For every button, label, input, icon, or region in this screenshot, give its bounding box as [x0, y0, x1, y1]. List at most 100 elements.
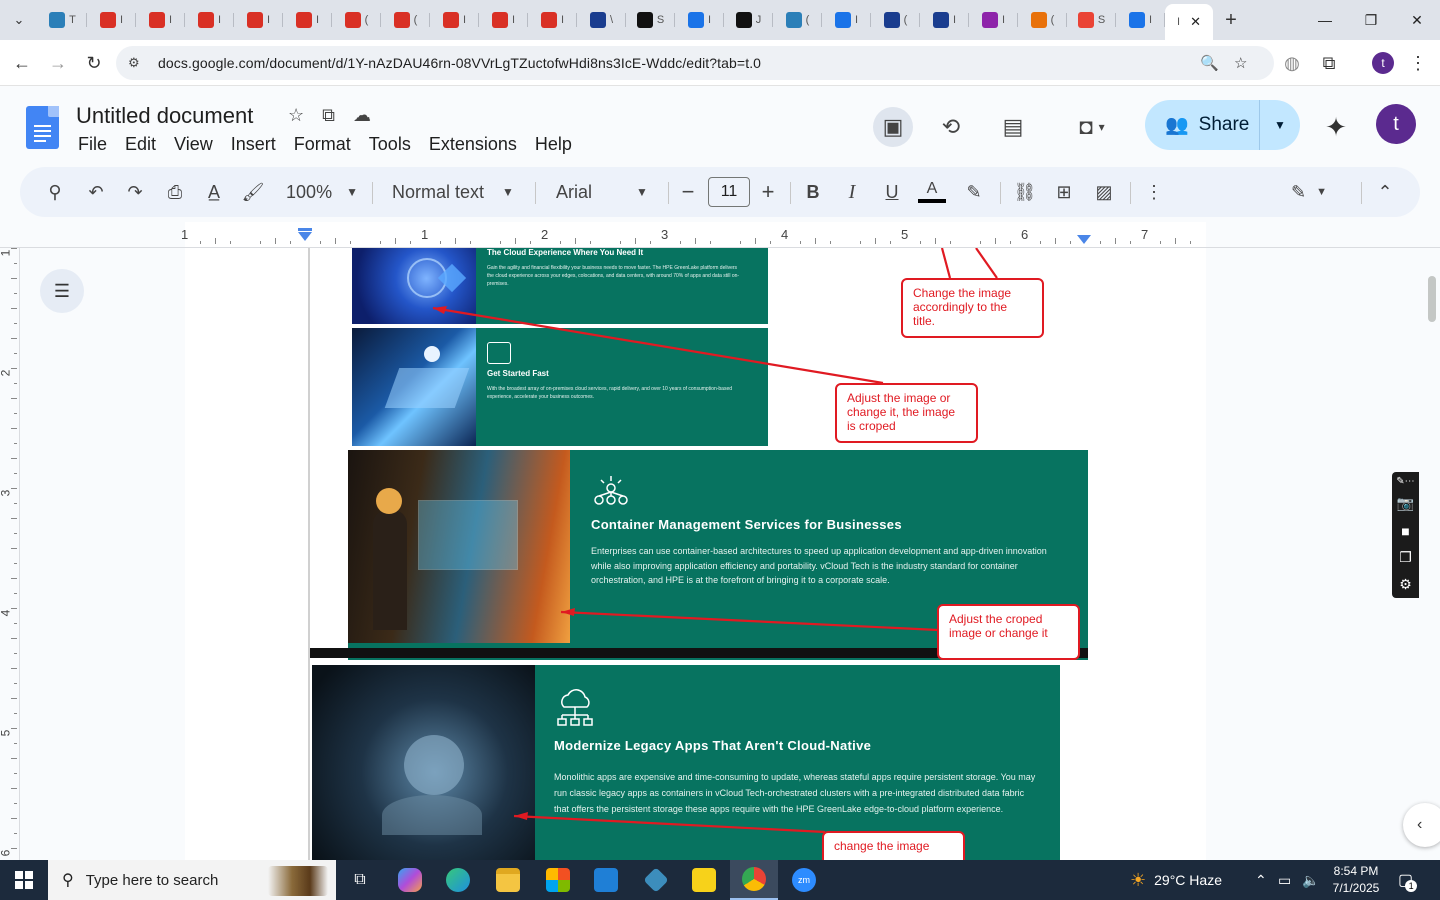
minimize-button[interactable]: — [1302, 0, 1348, 40]
share-main[interactable]: 👥 Share [1145, 100, 1260, 150]
browser-tab[interactable]: ( [381, 4, 430, 36]
redo-icon[interactable]: ↷ [122, 167, 148, 217]
browser-tab[interactable]: I [234, 4, 283, 36]
chrome-icon[interactable] [730, 860, 778, 900]
back-button[interactable]: ← [9, 50, 35, 76]
banner4-image[interactable] [312, 665, 535, 860]
print-icon[interactable]: ⎙ [162, 167, 188, 217]
show-hidden-icons-chevron-up-icon[interactable]: ⌃ [1255, 860, 1267, 900]
spellcheck-icon[interactable]: A̲ [201, 167, 227, 217]
search-menus-icon[interactable]: ⚲ [42, 167, 68, 217]
gemini-spark-icon[interactable]: ✦ [1316, 107, 1356, 147]
decrease-font-size-button[interactable]: − [676, 167, 700, 217]
comment-note-1[interactable]: Change the image accordingly to the titl… [901, 278, 1044, 338]
account-avatar[interactable]: t [1376, 104, 1416, 144]
notification-center-icon[interactable]: ▢ 1 [1398, 860, 1418, 900]
close-window-button[interactable]: ✕ [1394, 0, 1440, 40]
document-title[interactable]: Untitled document [76, 103, 253, 129]
cloud-status-icon[interactable]: ☁ [353, 105, 371, 126]
menu-item-format[interactable]: Format [294, 134, 351, 155]
browser-tab[interactable]: ( [332, 4, 381, 36]
weather-widget[interactable]: ☀ 29°C Haze [1130, 860, 1222, 900]
comment-note-3[interactable]: Adjust the croped image or change it [937, 604, 1080, 660]
font-family-select[interactable]: Arial ▼ [556, 167, 656, 217]
camera-icon[interactable]: 📷 [1392, 490, 1419, 517]
windows-start-icon[interactable] [0, 860, 48, 900]
italic-button[interactable]: I [840, 167, 864, 217]
file-explorer-icon[interactable] [484, 860, 532, 900]
banner2-image[interactable] [352, 328, 476, 446]
taskbar-search-box[interactable]: ⚲ Type here to search [48, 860, 336, 900]
banner1-image[interactable] [352, 248, 476, 324]
banner-cloud-experience[interactable]: The Cloud Experience Where You Need It G… [352, 248, 768, 324]
browser-tab[interactable]: T [38, 4, 87, 36]
network-icon[interactable]: ▭ [1278, 860, 1291, 900]
browser-tab[interactable]: I [430, 4, 479, 36]
menu-item-view[interactable]: View [174, 134, 213, 155]
browser-tab[interactable]: I [185, 4, 234, 36]
close-tab-icon[interactable]: ✕ [1190, 14, 1201, 30]
first-line-indent-marker[interactable] [298, 228, 312, 231]
volume-icon[interactable]: 🔈 [1302, 860, 1319, 900]
window-capture-icon[interactable]: ❐ [1392, 544, 1419, 571]
tab-search-dropdown[interactable]: ⌄ [0, 0, 38, 40]
url-text[interactable]: docs.google.com/document/d/1Y-nAzDAU46rn… [158, 55, 761, 71]
browser-tab[interactable]: I [87, 4, 136, 36]
star-icon[interactable]: ☆ [288, 105, 304, 126]
browser-tab[interactable]: I [675, 4, 724, 36]
copilot-icon[interactable] [386, 860, 434, 900]
edge-browser-icon[interactable] [434, 860, 482, 900]
browser-tab[interactable]: ( [773, 4, 822, 36]
text-color-button[interactable]: A [918, 167, 946, 217]
gemini-chat-icon[interactable]: ▣ [873, 107, 913, 147]
add-comment-icon[interactable]: ⊞ [1051, 167, 1077, 217]
task-view-icon[interactable]: ⧉ [336, 860, 384, 900]
forward-button[interactable]: → [45, 50, 71, 76]
browser-tab[interactable]: ( [1018, 4, 1067, 36]
document-outline-icon[interactable]: ☰ [40, 269, 84, 313]
bold-button[interactable]: B [801, 167, 825, 217]
vertical-scrollbar-thumb[interactable] [1428, 276, 1436, 322]
comments-icon[interactable]: ▤ [993, 107, 1033, 147]
video-record-icon[interactable]: ■ [1392, 517, 1419, 544]
omnibox[interactable]: ⚙ docs.google.com/document/d/1Y-nAzDAU46… [116, 46, 1274, 80]
browser-tab[interactable]: ( [871, 4, 920, 36]
left-indent-marker[interactable] [298, 232, 312, 241]
browser-tab[interactable]: I [969, 4, 1018, 36]
menu-item-file[interactable]: File [78, 134, 107, 155]
new-tab-button[interactable]: + [1213, 9, 1249, 32]
microsoft-store-icon[interactable] [534, 860, 582, 900]
document-page[interactable]: The Cloud Experience Where You Need It G… [185, 248, 1206, 860]
right-indent-marker[interactable] [1077, 235, 1091, 244]
font-size-input[interactable]: 11 [708, 177, 750, 207]
browser-tab[interactable]: I [479, 4, 528, 36]
zoom-select[interactable]: 100% ▼ [282, 167, 362, 217]
mail-icon[interactable] [582, 860, 630, 900]
zoom-app-icon[interactable]: zm [780, 860, 828, 900]
capture-settings-gear-icon[interactable]: ⚙ [1392, 571, 1419, 598]
more-options-icon[interactable]: ⋮ [1144, 167, 1164, 217]
share-dropdown[interactable]: ▼ [1260, 118, 1300, 132]
browser-tab[interactable]: S [1067, 4, 1116, 36]
comment-note-2[interactable]: Adjust the image or change it, the image… [835, 383, 978, 443]
version-history-icon[interactable]: ⟲ [931, 107, 971, 147]
banner3-image[interactable] [348, 450, 570, 643]
app-hex-icon[interactable] [632, 860, 680, 900]
editing-mode-button[interactable]: ✎ ▼ [1284, 167, 1334, 217]
browser-tab[interactable]: I [1116, 4, 1165, 36]
menu-item-help[interactable]: Help [535, 134, 572, 155]
highlight-pen-icon[interactable]: ✎ [962, 167, 986, 217]
comment-note-4[interactable]: change the image [822, 831, 965, 860]
banner-get-started[interactable]: Get Started Fast With the broadest array… [352, 328, 768, 446]
reload-button[interactable]: ↻ [81, 50, 107, 76]
browser-tab[interactable]: I [822, 4, 871, 36]
menu-item-tools[interactable]: Tools [369, 134, 411, 155]
underline-button[interactable]: U [880, 167, 904, 217]
link-icon[interactable]: ⛓ [1012, 167, 1038, 217]
share-button[interactable]: 👥 Share ▼ [1145, 100, 1300, 150]
tab-active-docs[interactable]: I ✕ [1165, 4, 1213, 40]
side-panel-expand-button[interactable]: ‹ [1403, 803, 1440, 847]
translate-icon[interactable]: ◍ [1279, 50, 1305, 76]
maximize-button[interactable]: ❐ [1348, 0, 1394, 40]
increase-font-size-button[interactable]: + [756, 167, 780, 217]
